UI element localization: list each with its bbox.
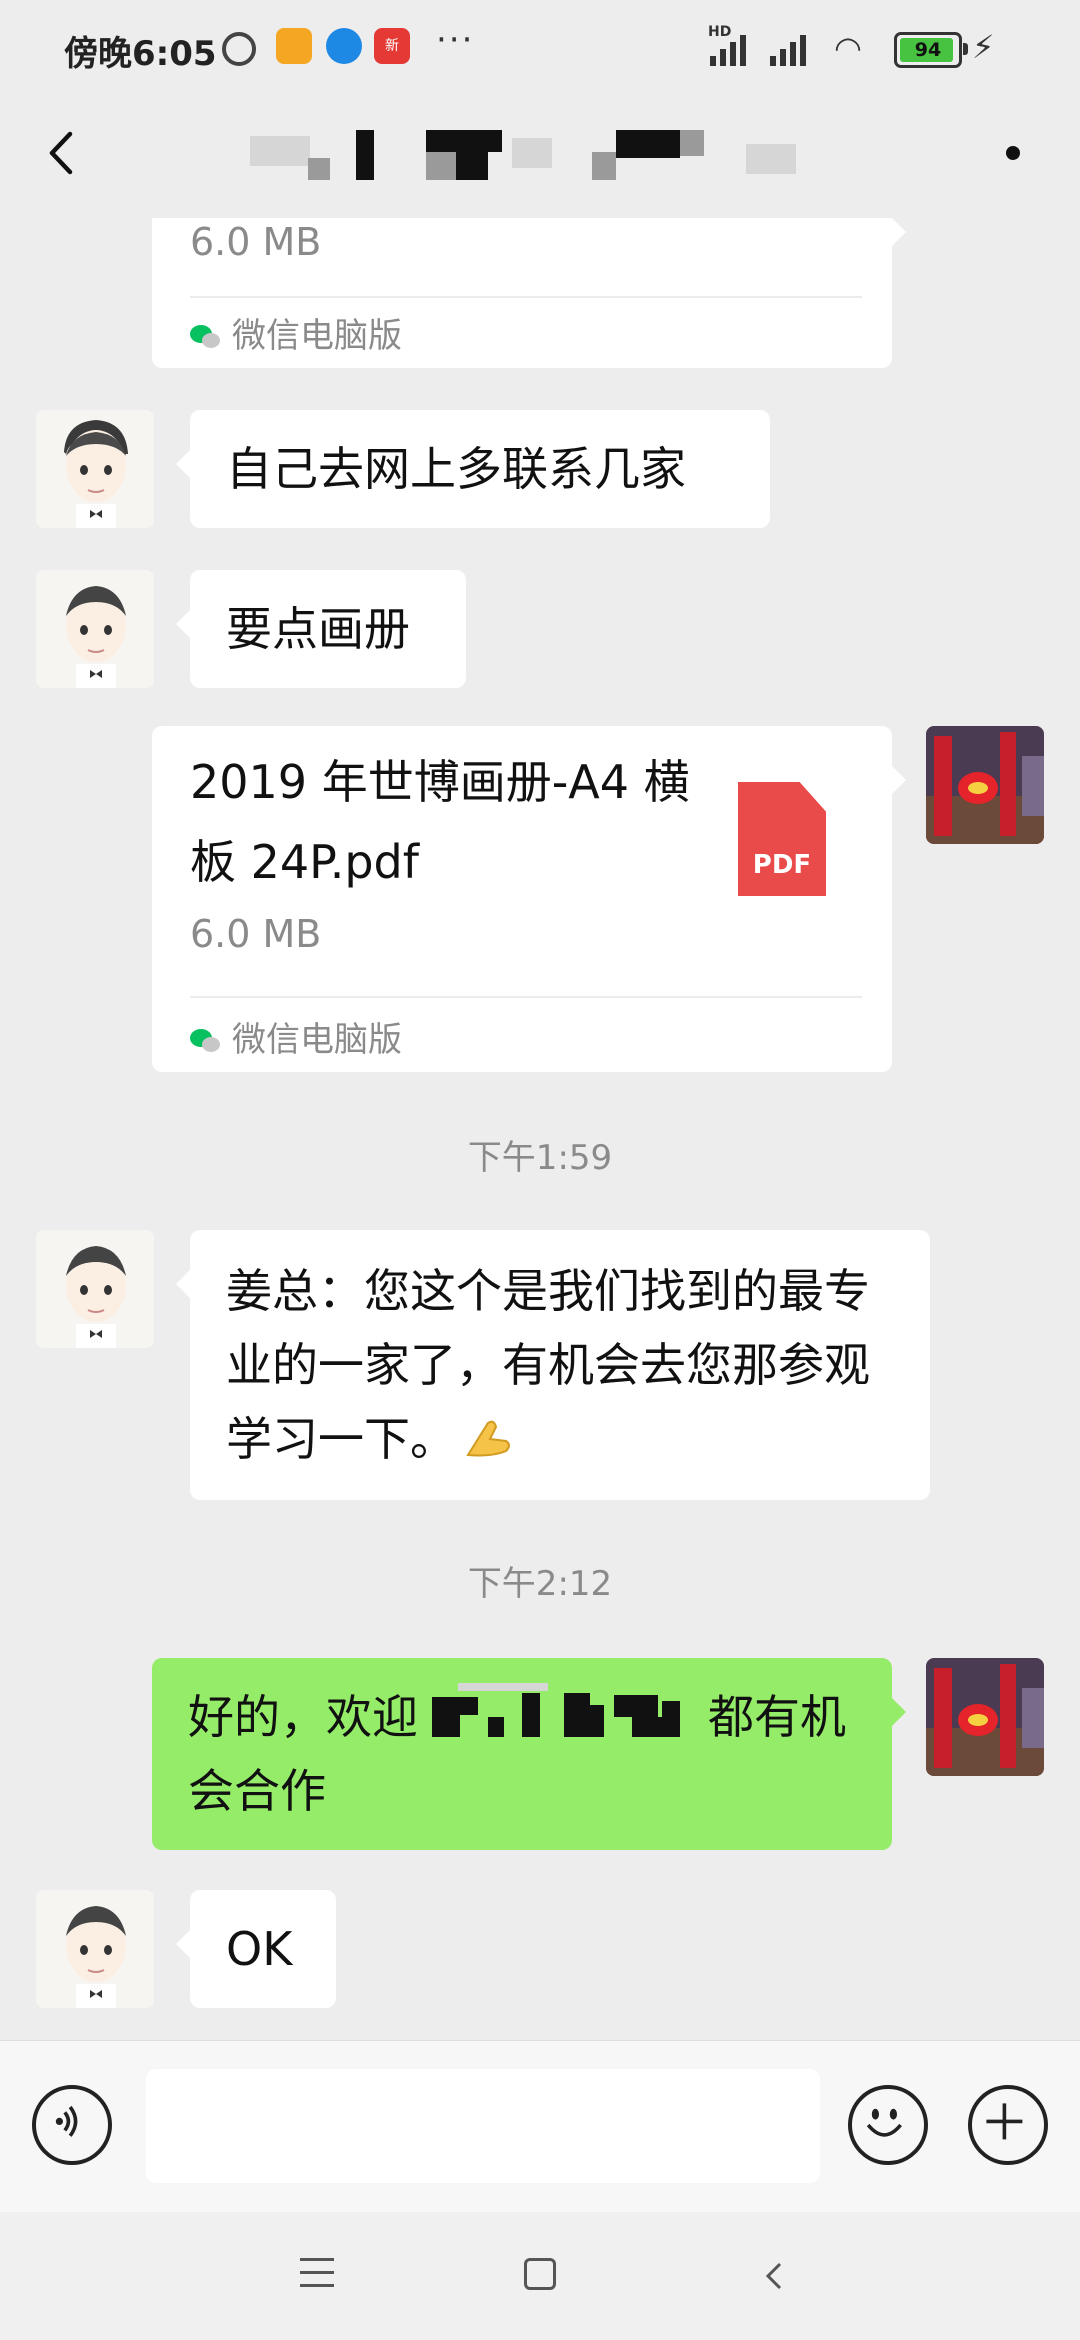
message-text: OK xyxy=(226,1922,293,1976)
signal-icon-2 xyxy=(770,30,814,66)
file-size: 6.0 MB xyxy=(190,912,322,956)
news-app-icon: 新 xyxy=(374,28,410,64)
message-text: 姜总：您这个是我们找到的最专业的一家了，有机会去您那参观学习一下。 xyxy=(226,1264,870,1466)
file-size: 6.0 MB xyxy=(190,220,322,264)
avatar[interactable] xyxy=(36,1230,154,1348)
timestamp: 下午1:59 xyxy=(467,1138,613,1178)
avatar-lantern-icon xyxy=(926,726,1044,844)
file-name: 2019 年世博画册-A4 横板 24P.pdf xyxy=(190,755,690,889)
avatar-cartoon-icon xyxy=(36,570,154,688)
voice-icon[interactable] xyxy=(32,2085,112,2165)
notes-app-icon xyxy=(276,28,312,64)
battery-level: 94 xyxy=(914,39,942,61)
message-received[interactable]: 要点画册 xyxy=(176,570,466,688)
more-notifications-icon: ··· xyxy=(436,20,475,60)
battery-icon: 94 xyxy=(894,32,968,68)
status-time: 傍晚6:05 xyxy=(64,34,217,74)
status-bar: 傍晚6:05 新 ··· HD ◠ 94 ⚡ xyxy=(0,0,1080,100)
avatar[interactable] xyxy=(36,570,154,688)
message-input[interactable] xyxy=(146,2069,820,2183)
my-avatar[interactable] xyxy=(926,1658,1044,1776)
message-text: 要点画册 xyxy=(226,602,410,656)
my-avatar[interactable] xyxy=(926,726,1044,844)
pdf-file-icon: PDF xyxy=(738,782,826,896)
timestamp: 下午2:12 xyxy=(467,1564,613,1604)
file-source: 微信电脑版 xyxy=(190,308,402,357)
charging-icon: ⚡ xyxy=(972,28,995,66)
wifi-icon: ◠ xyxy=(834,29,862,67)
wechat-icon xyxy=(190,324,220,351)
signal-icon xyxy=(710,30,754,66)
chat-title-redacted xyxy=(250,128,796,188)
avatar[interactable] xyxy=(36,1890,154,2008)
avatar-cartoon-icon xyxy=(36,1890,154,2008)
divider xyxy=(190,296,862,298)
message-sent[interactable]: 好的，欢迎 都有机会合作 xyxy=(152,1658,906,1850)
message-text: 好的，欢迎 xyxy=(188,1690,418,1744)
menu-icon[interactable] xyxy=(300,2258,334,2288)
wechat-icon xyxy=(190,1028,220,1055)
avatar-cartoon-icon xyxy=(36,410,154,528)
avatar[interactable] xyxy=(36,410,154,528)
chat-header xyxy=(0,100,1080,218)
file-source-label: 微信电脑版 xyxy=(232,316,402,356)
divider xyxy=(190,996,862,998)
file-message-top[interactable]: 6.0 MB 微信电脑版 xyxy=(152,218,906,368)
chat-messages[interactable]: 6.0 MB 微信电脑版 自己去网上多联系几家 要点画册 2019 年世博画册-… xyxy=(0,218,1080,2040)
message-received[interactable]: 自己去网上多联系几家 xyxy=(176,410,770,528)
avatar-lantern-icon xyxy=(926,1658,1044,1776)
chevron-left-icon[interactable] xyxy=(40,128,90,178)
file-source-label: 微信电脑版 xyxy=(232,1020,402,1060)
dot-menu-icon[interactable] xyxy=(1006,146,1020,160)
avatar-cartoon-icon xyxy=(36,1230,154,1348)
alarm-icon xyxy=(222,32,256,66)
emoji-icon[interactable] xyxy=(848,2085,928,2165)
file-message[interactable]: 2019 年世博画册-A4 横板 24P.pdf PDF 6.0 MB 微信电脑… xyxy=(152,726,906,1072)
system-nav-bar xyxy=(0,2212,1080,2340)
folded-hands-emoji-icon xyxy=(466,1420,510,1457)
back-triangle-icon[interactable] xyxy=(756,2256,796,2296)
message-received[interactable]: OK xyxy=(176,1890,336,2008)
plus-icon[interactable] xyxy=(968,2085,1048,2165)
input-bar xyxy=(0,2040,1080,2213)
home-icon[interactable] xyxy=(524,2258,556,2290)
message-received[interactable]: 姜总：您这个是我们找到的最专业的一家了，有机会去您那参观学习一下。 xyxy=(176,1230,930,1500)
message-text: 自己去网上多联系几家 xyxy=(226,442,686,496)
redacted-text xyxy=(418,1683,708,1743)
browser-app-icon xyxy=(326,28,362,64)
file-source: 微信电脑版 xyxy=(190,1012,402,1061)
